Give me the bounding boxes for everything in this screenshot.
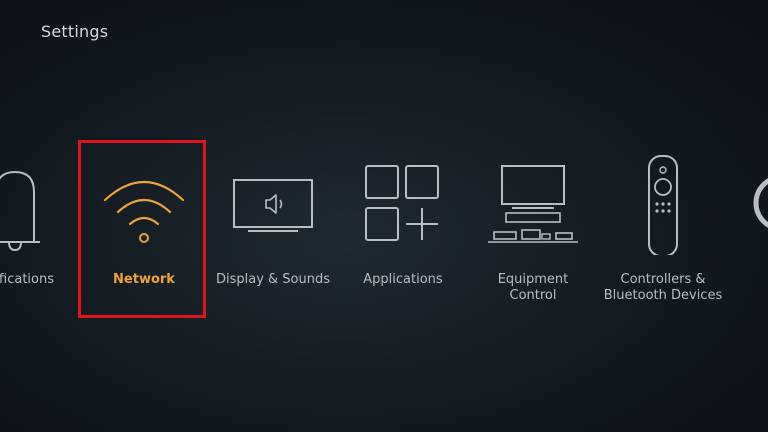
tv-speaker-icon	[208, 150, 338, 255]
menu-item-label: ifications	[0, 272, 54, 287]
menu-item-applications[interactable]: Applications	[338, 140, 468, 320]
menu-item-label: Equipment Control	[497, 272, 569, 303]
menu-item-display-sounds[interactable]: Display & Sounds	[208, 140, 338, 320]
remote-control-icon	[598, 150, 728, 255]
partial-circle-icon	[753, 178, 768, 228]
menu-item-label: Network	[113, 272, 175, 287]
menu-item-controllers-bluetooth[interactable]: Controllers & Bluetooth Devices	[598, 140, 728, 320]
menu-item-next-partial[interactable]	[752, 168, 768, 238]
settings-menu-row: ifications Network Display & Sounds Appl…	[0, 140, 768, 320]
menu-item-label: Applications	[363, 272, 443, 287]
apps-grid-icon	[338, 150, 468, 255]
wifi-icon	[79, 150, 209, 255]
page-title: Settings	[41, 22, 109, 41]
menu-item-notifications[interactable]: ifications	[0, 140, 80, 320]
equipment-icon	[468, 150, 598, 255]
bell-icon	[0, 150, 80, 255]
menu-item-equipment-control[interactable]: Equipment Control	[468, 140, 598, 320]
menu-item-label: Controllers & Bluetooth Devices	[603, 272, 723, 303]
menu-item-label: Display & Sounds	[215, 272, 331, 287]
menu-item-network[interactable]: Network	[79, 140, 209, 320]
